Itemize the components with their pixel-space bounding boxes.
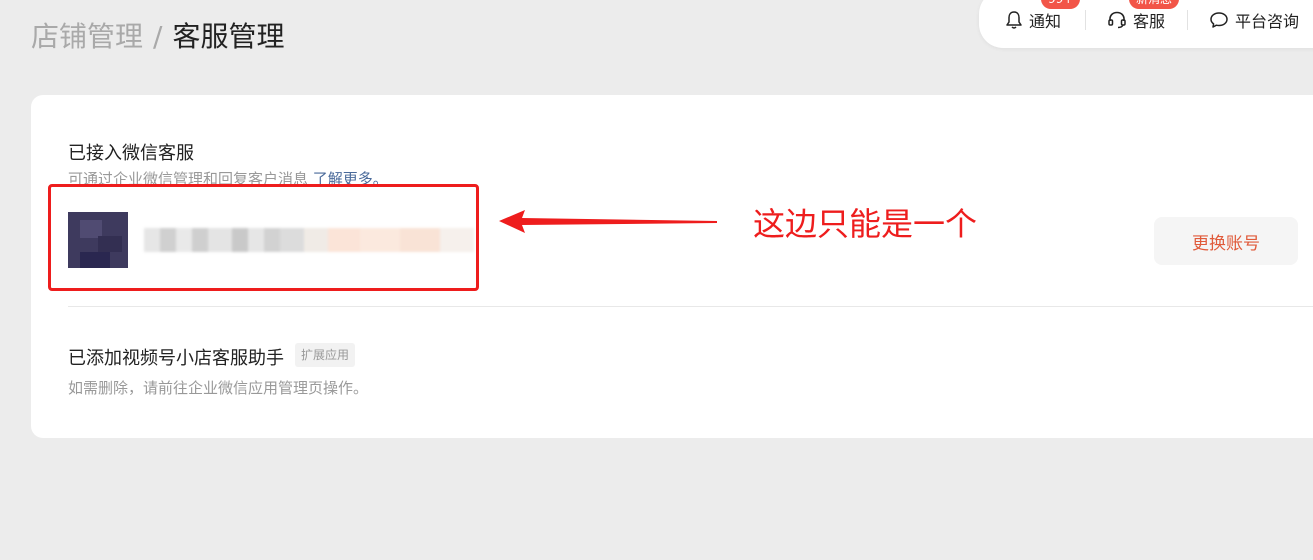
chat-bubble-icon [1209, 10, 1229, 30]
wechat-service-title: 已接入微信客服 [68, 143, 194, 164]
section-divider [68, 306, 1313, 307]
bell-icon [1005, 10, 1023, 30]
new-message-badge: 新消息 [1129, 0, 1180, 9]
annotation-text: 这边只能是一个 [753, 205, 978, 243]
breadcrumb-parent-link[interactable]: 店铺管理 [31, 20, 143, 53]
assistant-title: 已添加视频号小店客服助手 [68, 348, 284, 369]
headset-icon [1107, 10, 1127, 30]
page: 店铺管理 / 客服管理 通知 客服 平台咨询 已接入微信客服 可通过企业微信管理… [0, 0, 1313, 560]
customer-service-label: 客服 [1133, 12, 1166, 31]
assistant-desc: 如需删除，请前往企业微信应用管理页操作。 [68, 379, 369, 397]
breadcrumb-separator: / [153, 20, 163, 53]
annotation-arrow-icon [495, 205, 720, 239]
divider [1187, 10, 1188, 30]
breadcrumb: 店铺管理 / 客服管理 [31, 18, 284, 56]
change-account-button[interactable]: 更换账号 [1154, 217, 1298, 265]
extension-app-tag: 扩展应用 [295, 343, 356, 367]
platform-consult-button[interactable]: 平台咨询 [1209, 0, 1299, 40]
top-action-bar: 通知 客服 平台咨询 99+ 新消息 [979, 0, 1313, 48]
notify-label: 通知 [1029, 12, 1062, 31]
notification-count-badge: 99+ [1041, 0, 1081, 9]
platform-consult-label: 平台咨询 [1235, 12, 1300, 31]
divider [1085, 10, 1086, 30]
annotation-highlight-box [48, 184, 479, 291]
page-title: 客服管理 [172, 20, 285, 53]
